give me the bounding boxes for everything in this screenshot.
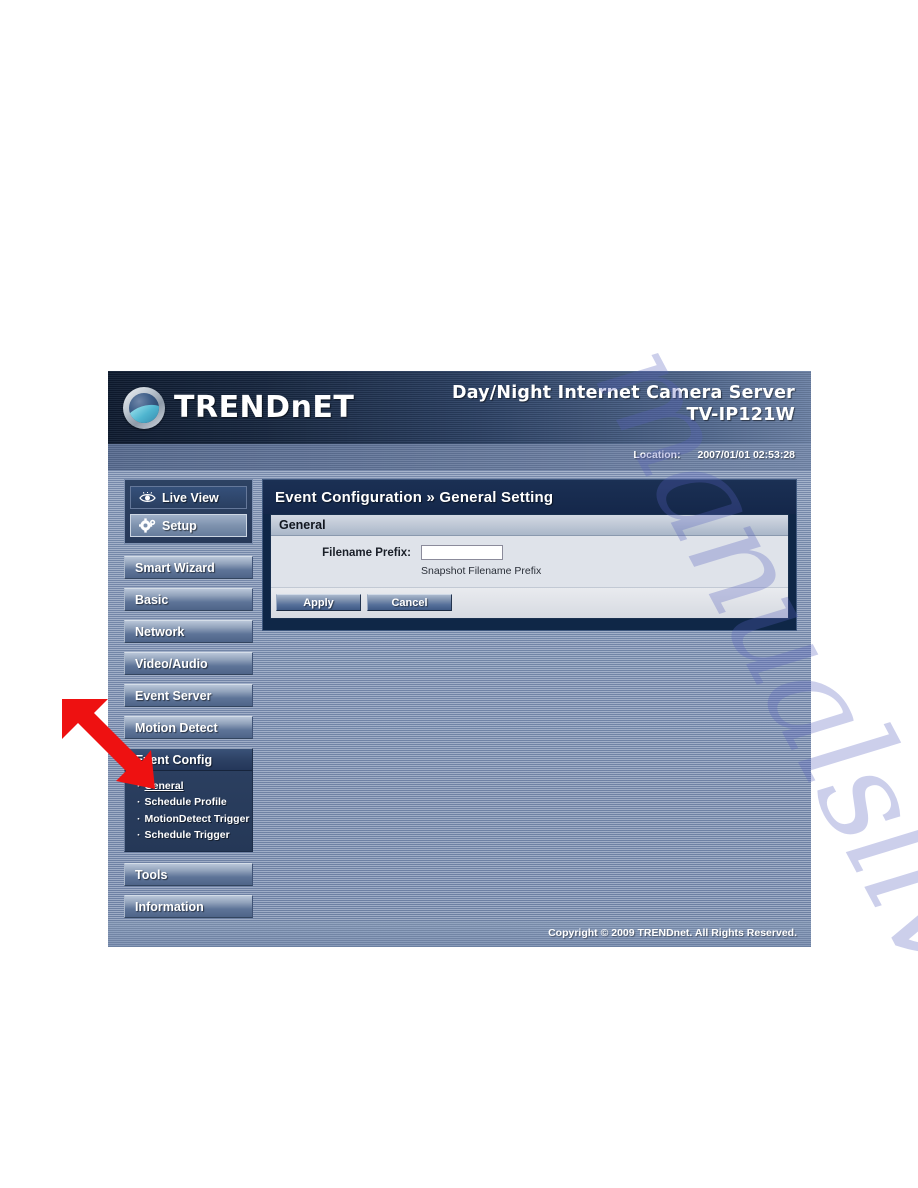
location-info: Location: 2007/01/01 02:53:28 bbox=[633, 449, 795, 461]
sidebar-item-setup[interactable]: Setup bbox=[130, 514, 247, 537]
sidebar-item-label: Video/Audio bbox=[135, 656, 208, 671]
eye-icon bbox=[139, 490, 156, 505]
section-header-general: General bbox=[271, 515, 788, 536]
sidebar-item-label: Network bbox=[135, 624, 185, 639]
sidebar-mode-group: Live View Setup bbox=[124, 479, 253, 544]
sidebar-item-label: Smart Wizard bbox=[135, 560, 215, 575]
location-label: Location: bbox=[633, 449, 681, 461]
sidebar-item-event-config[interactable]: Event Config bbox=[124, 748, 253, 771]
sidebar-item-live-view[interactable]: Live View bbox=[130, 486, 247, 509]
submenu-item-schedule-profile[interactable]: · Schedule Profile bbox=[137, 794, 252, 810]
sidebar-item-smart-wizard[interactable]: Smart Wizard bbox=[124, 556, 253, 579]
sidebar-submenu-event-config: · General · Schedule Profile · MotionDetect… bbox=[124, 771, 253, 853]
submenu-item-general[interactable]: · General bbox=[137, 778, 252, 794]
cancel-button[interactable]: Cancel bbox=[367, 594, 452, 611]
submenu-item-label: Schedule Trigger bbox=[144, 828, 230, 841]
sidebar-item-tools[interactable]: Tools bbox=[124, 863, 253, 887]
sidebar-item-label: Setup bbox=[162, 518, 197, 533]
sidebar-item-label: Information bbox=[135, 899, 204, 914]
bullet-icon: · bbox=[137, 828, 141, 841]
apply-button[interactable]: Apply bbox=[276, 594, 361, 611]
sidebar-item-label: Event Config bbox=[135, 752, 213, 767]
product-title: Day/Night Internet Camera Server bbox=[451, 383, 795, 403]
location-bar: Location: 2007/01/01 02:53:28 bbox=[108, 444, 811, 470]
bullet-icon: · bbox=[137, 796, 141, 809]
location-timestamp: 2007/01/01 02:53:28 bbox=[697, 449, 796, 461]
sidebar-item-video-audio[interactable]: Video/Audio bbox=[124, 652, 253, 675]
sidebar-item-label: Live View bbox=[162, 490, 219, 505]
form-button-bar: Apply Cancel bbox=[271, 588, 788, 618]
sidebar-item-basic[interactable]: Basic bbox=[124, 588, 253, 611]
brand-name: TRENDnET bbox=[174, 390, 355, 425]
submenu-item-label: General bbox=[144, 780, 184, 792]
product-model: TV-IP121W bbox=[686, 405, 795, 425]
app-body: Live View Setup Smart Wizard Basic Netwo… bbox=[108, 470, 811, 921]
header-title-group: Day/Night Internet Camera Server TV-IP12… bbox=[452, 383, 795, 427]
brand-logo: TRENDnET bbox=[123, 387, 354, 429]
form-row-filename-prefix: Filename Prefix: Snapshot Filename Prefi… bbox=[271, 536, 788, 588]
submenu-item-schedule-trigger[interactable]: · Schedule Trigger bbox=[137, 827, 252, 843]
bullet-icon: · bbox=[137, 780, 141, 792]
submenu-item-label: Schedule Profile bbox=[144, 796, 227, 809]
settings-form: General Filename Prefix: Snapshot Filena… bbox=[270, 514, 789, 619]
filename-prefix-hint: Snapshot Filename Prefix bbox=[421, 565, 542, 577]
sidebar-item-label: Tools bbox=[135, 867, 168, 882]
sidebar-item-label: Motion Detect bbox=[135, 720, 218, 735]
sidebar-item-network[interactable]: Network bbox=[124, 620, 253, 643]
copyright-text: Copyright © 2009 TRENDnet. All Rights Re… bbox=[548, 927, 797, 939]
sidebar-item-label: Basic bbox=[135, 592, 169, 607]
sidebar: Live View Setup Smart Wizard Basic Netwo… bbox=[124, 479, 253, 927]
gear-icon bbox=[139, 518, 156, 533]
content-panel: Event Configuration » General Setting Ge… bbox=[262, 479, 797, 631]
globe-inner-icon bbox=[129, 393, 159, 423]
app-header: TRENDnET Day/Night Internet Camera Serve… bbox=[108, 371, 811, 444]
filename-prefix-input[interactable] bbox=[421, 545, 503, 560]
trendnet-globe-icon bbox=[123, 387, 165, 429]
app-footer: Copyright © 2009 TRENDnet. All Rights Re… bbox=[108, 921, 811, 947]
sidebar-item-event-server[interactable]: Event Server bbox=[124, 684, 253, 707]
filename-prefix-label: Filename Prefix: bbox=[322, 547, 411, 559]
sidebar-item-motion-detect[interactable]: Motion Detect bbox=[124, 716, 253, 739]
sidebar-item-label: Event Server bbox=[135, 688, 212, 703]
submenu-item-label: MotionDetect Trigger bbox=[144, 812, 250, 825]
bullet-icon: · bbox=[137, 812, 141, 825]
camera-web-ui: TRENDnET Day/Night Internet Camera Serve… bbox=[108, 371, 811, 947]
filename-prefix-field-wrap: Snapshot Filename Prefix bbox=[419, 545, 788, 577]
page-title: Event Configuration » General Setting bbox=[263, 480, 796, 514]
sidebar-item-information[interactable]: Information bbox=[124, 895, 253, 919]
submenu-item-motiondetect-trigger[interactable]: · MotionDetect Trigger bbox=[137, 811, 252, 827]
